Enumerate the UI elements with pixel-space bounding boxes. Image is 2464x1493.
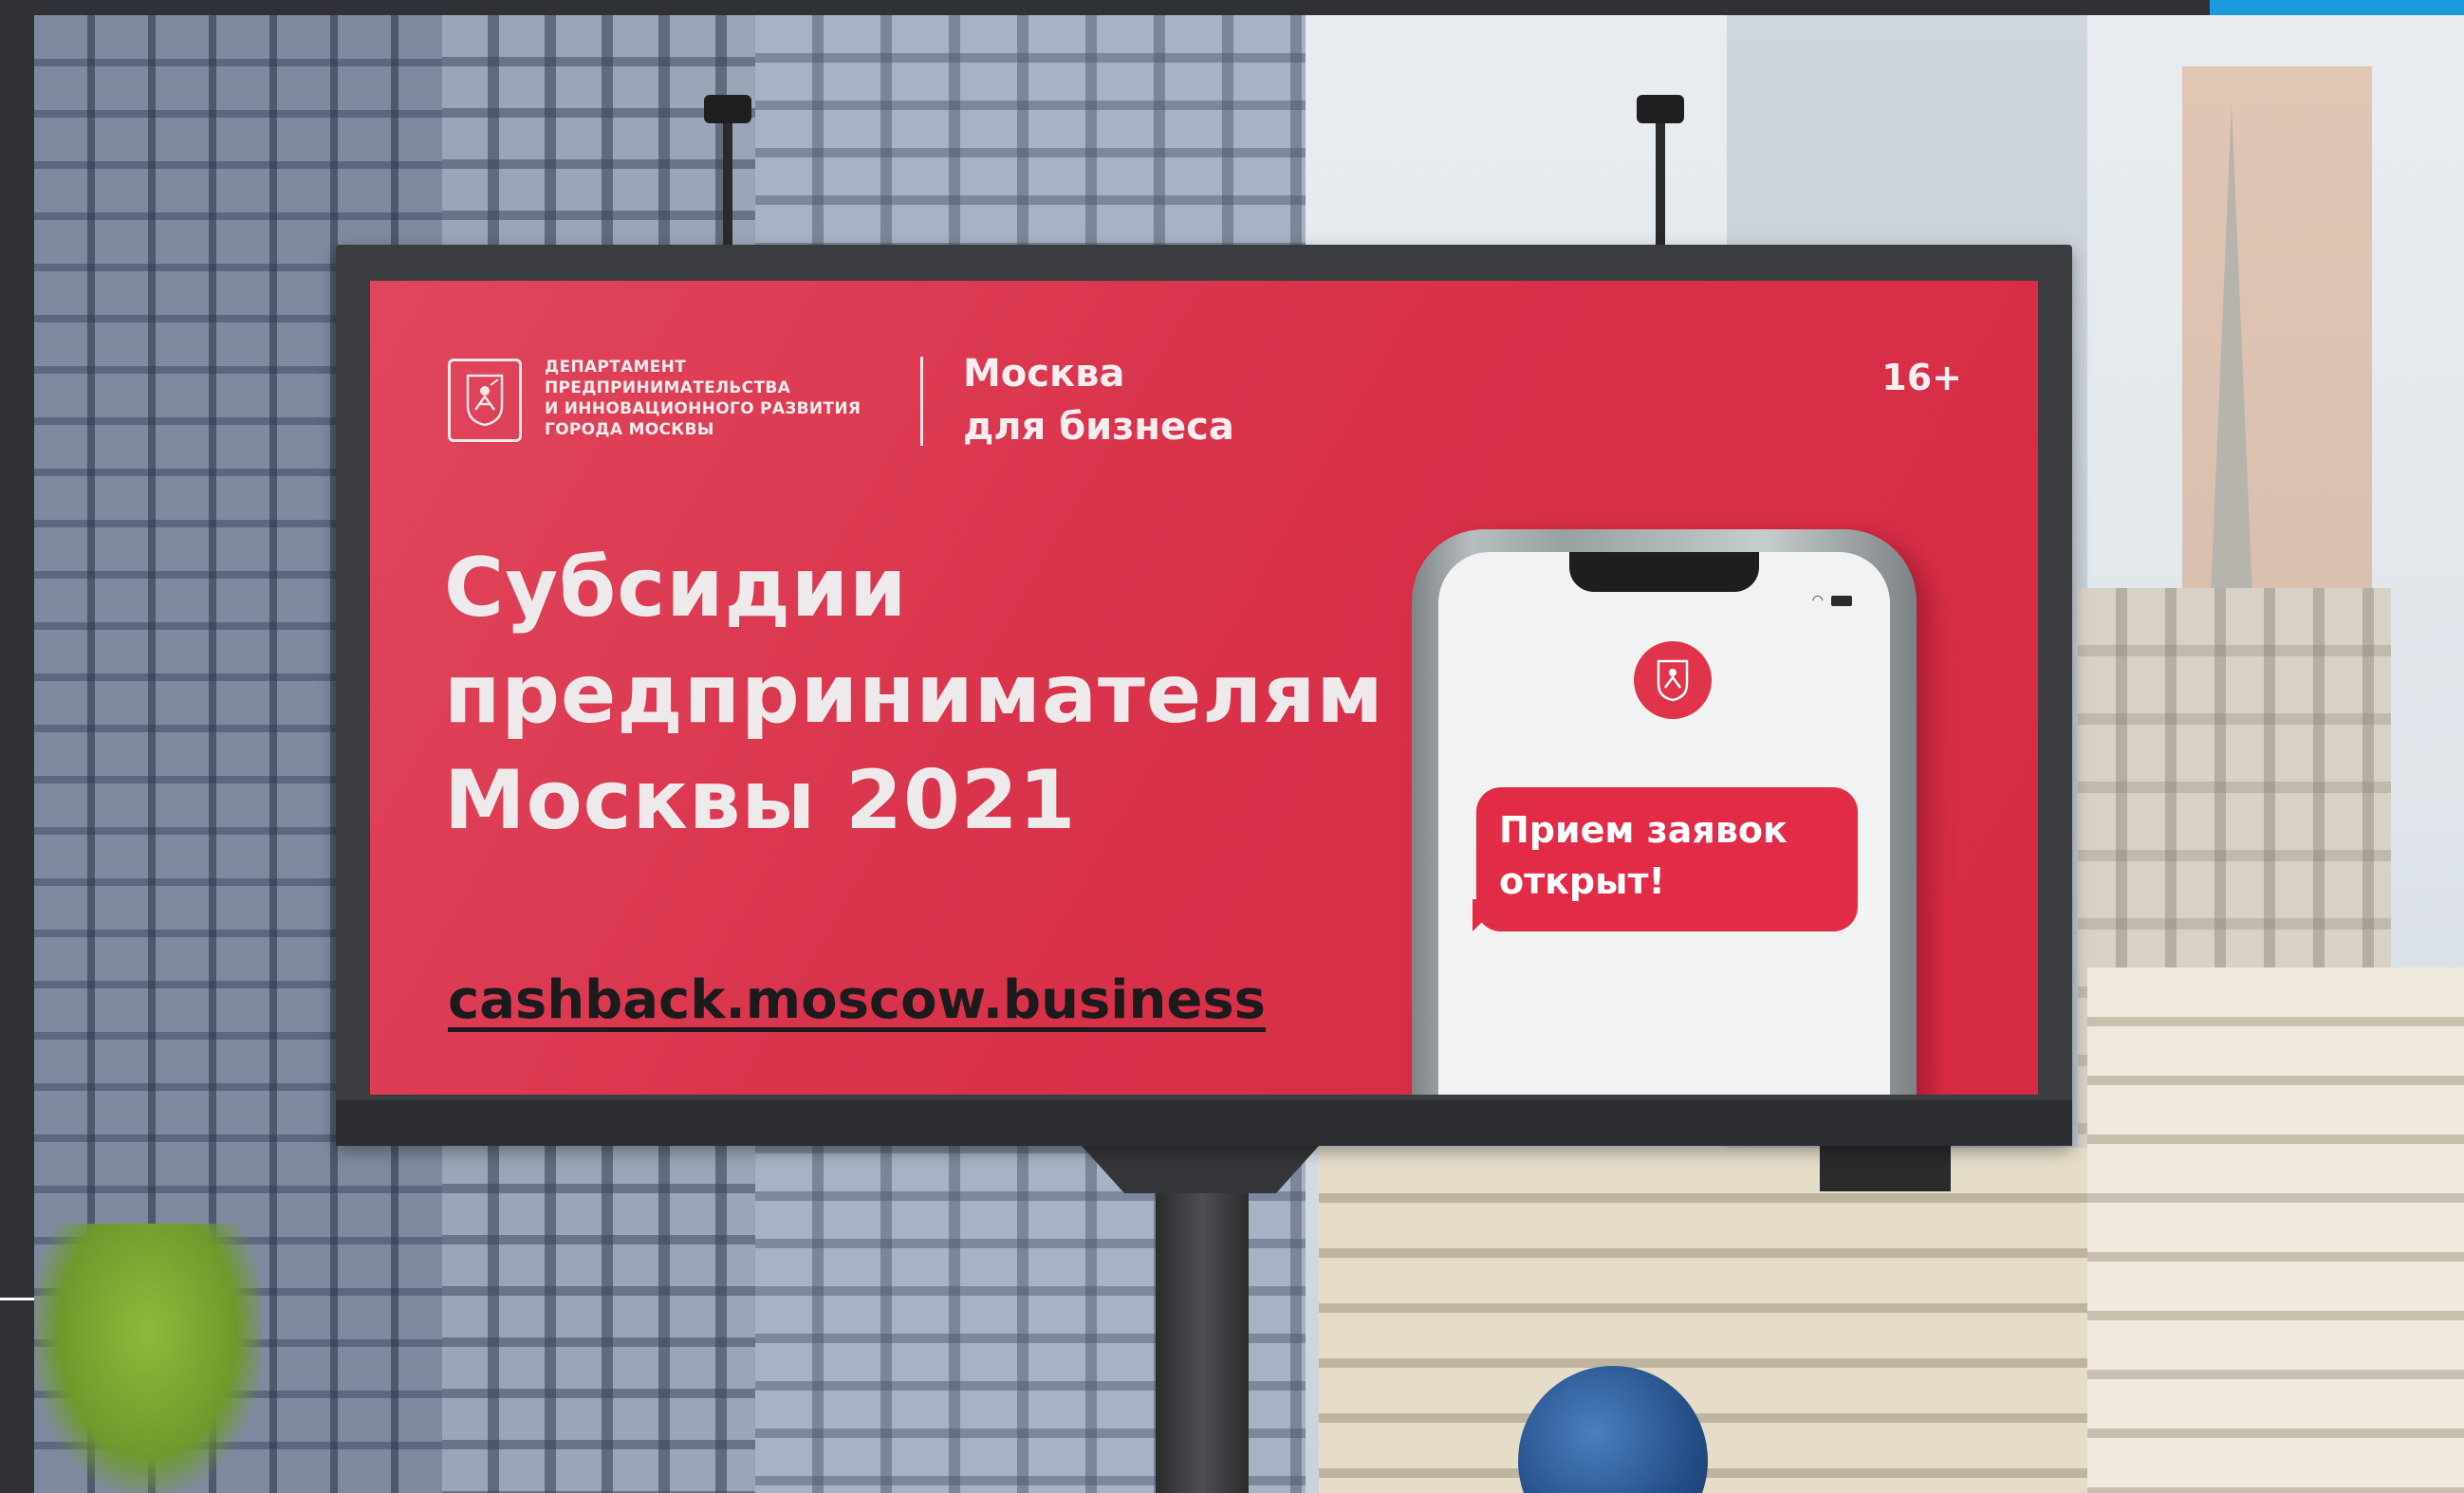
battery-icon <box>1831 595 1852 606</box>
phone-status-bar: ◠ <box>1812 594 1852 607</box>
moscow-coat-of-arms-icon <box>448 359 522 442</box>
headline-line-1: Субсидии <box>444 541 908 636</box>
billboard-side-box <box>1820 1138 1951 1191</box>
department-line-1: ДЕПАРТАМЕНТ <box>545 358 687 377</box>
wifi-icon: ◠ <box>1811 593 1824 608</box>
billboard-lamp-left <box>704 95 751 123</box>
message-line-2: открыт! <box>1499 860 1665 902</box>
billboard-lamp-right <box>1637 95 1684 123</box>
tree <box>34 1224 262 1493</box>
accent-strip <box>2210 0 2464 15</box>
brand-line-2: для бизнеса <box>963 405 1234 449</box>
frame-left-bar <box>0 0 34 1493</box>
message-bubble-tail <box>1473 899 1505 931</box>
department-line-3: И ИННОВАЦИОННОГО РАЗВИТИЯ <box>545 399 861 418</box>
smartphone: ◠ Прием заявок открыт! <box>1412 529 1917 1095</box>
website-url: cashback.moscow.business <box>448 969 1267 1031</box>
street-scene: ДЕПАРТАМЕНТ ПРЕДПРИНИМАТЕЛЬСТВА И ИННОВА… <box>0 0 2464 1493</box>
frame-top-bar <box>0 0 2464 15</box>
headline-line-3: Москвы 2021 <box>444 753 1077 848</box>
billboard-frame-bottom <box>336 1100 2072 1146</box>
app-emblem-icon <box>1634 641 1712 719</box>
billboard-panel: ДЕПАРТАМЕНТ ПРЕДПРИНИМАТЕЛЬСТВА И ИННОВА… <box>370 281 2038 1095</box>
department-line-2: ПРЕДПРИНИМАТЕЛЬСТВА <box>545 378 791 397</box>
brand-name: Москва для бизнеса <box>963 347 1234 453</box>
headline: Субсидии предпринимателям Москвы 2021 <box>444 535 1384 854</box>
tower-spire <box>2211 104 2252 598</box>
age-rating: 16+ <box>1881 357 1962 398</box>
building-low-front <box>1319 1148 2135 1493</box>
phone-screen: ◠ Прием заявок открыт! <box>1438 552 1890 1095</box>
department-line-4: ГОРОДА МОСКВЫ <box>545 420 714 439</box>
frame-corner-line <box>0 1298 34 1300</box>
brand-line-1: Москва <box>963 352 1125 396</box>
logo-divider <box>920 357 923 446</box>
building-low-right <box>2087 968 2464 1493</box>
message-bubble: Прием заявок открыт! <box>1476 787 1858 931</box>
department-name: ДЕПАРТАМЕНТ ПРЕДПРИНИМАТЕЛЬСТВА И ИННОВА… <box>545 357 905 440</box>
billboard-post <box>1156 1186 1249 1493</box>
message-line-1: Прием заявок <box>1499 809 1788 851</box>
headline-line-2: предпринимателям <box>444 647 1384 742</box>
phone-notch <box>1569 552 1759 592</box>
